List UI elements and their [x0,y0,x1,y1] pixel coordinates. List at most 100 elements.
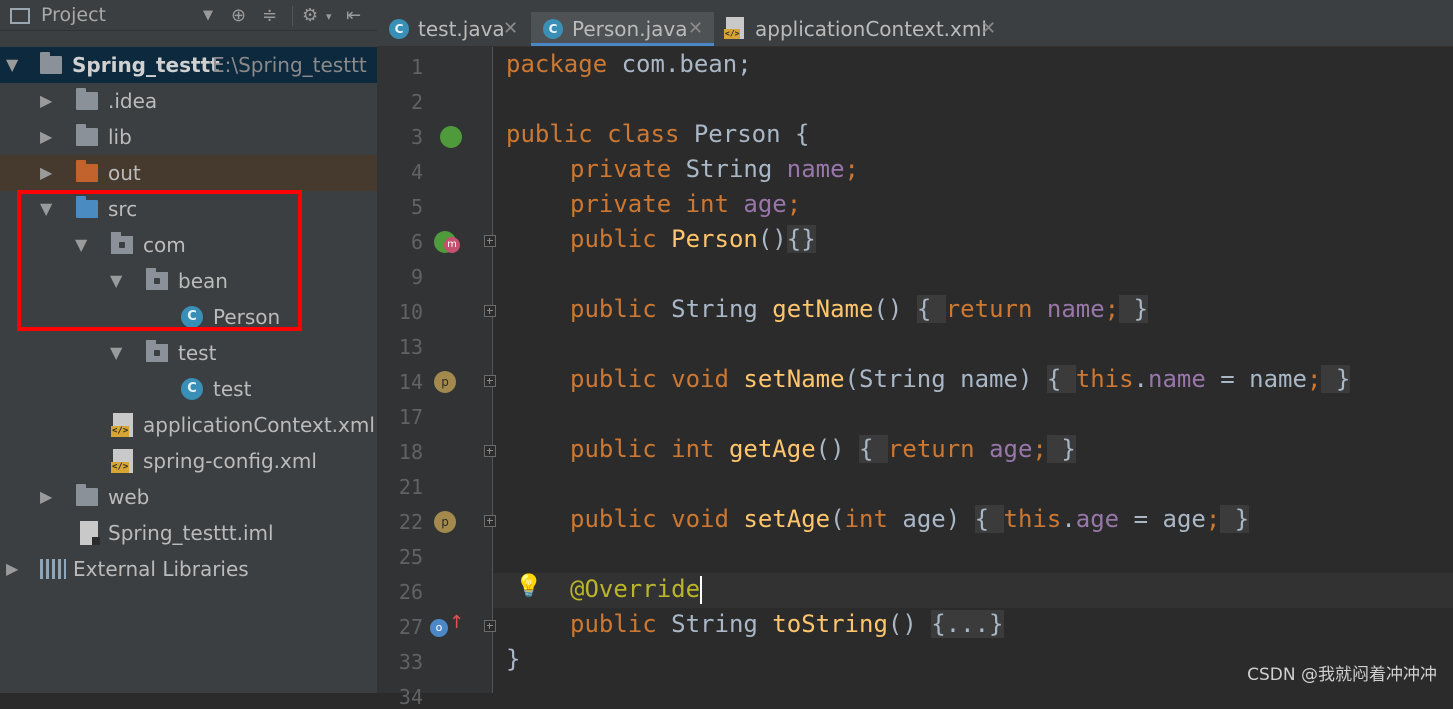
line-number: 14 [398,370,423,394]
close-icon[interactable]: ✕ [981,12,996,46]
folded-block[interactable]: } [1321,365,1351,393]
code-line[interactable]: public Person(){} [506,225,816,253]
editor-tabbar: C test.java ✕ C Person.java ✕ applicatio… [377,0,1453,47]
code-token: return [887,435,975,463]
tab-label: applicationContext.xml [755,17,987,41]
code-token: int [844,505,888,533]
code-line[interactable]: public void setName(String name) { this.… [506,365,1351,393]
arrow-up-icon[interactable]: ↑ [449,612,464,633]
code-token: ; [1032,435,1047,463]
code-token: name [1148,365,1206,393]
fold-marker-icon[interactable] [484,515,496,527]
tree-item-iml[interactable]: Spring_testtt.iml [0,515,377,551]
fold-marker-icon[interactable] [484,235,496,247]
highlight-box [17,190,302,331]
code-token: age [1075,505,1120,533]
code-token: public int [570,435,715,463]
code-line[interactable]: private String name; [506,155,859,183]
folded-block[interactable]: { [974,505,1004,533]
folded-block[interactable]: } [1046,435,1076,463]
code-token: String [656,295,773,323]
editor-gutter: 1 2 3 4 5 6 9 10 13 14 17 18 21 22 25 26… [377,47,496,709]
code-token: () [887,610,932,638]
code-line[interactable]: } [506,645,520,673]
folded-block[interactable]: } [1119,295,1149,323]
project-view-title[interactable]: Project [41,4,106,26]
code-token: this [1075,365,1134,393]
expand-arrow-icon[interactable]: ▶ [40,155,52,191]
tree-item-test-package[interactable]: ▼ test [0,335,377,371]
line-number: 22 [398,510,423,534]
code-token: return [945,295,1033,323]
line-number: 18 [398,440,423,464]
tree-item-test-class[interactable]: C test [0,371,377,407]
tab-person-java[interactable]: C Person.java ✕ [531,12,714,46]
property-injection-icon[interactable]: p [434,511,456,533]
code-line[interactable]: private int age; [506,190,801,218]
code-token: public void [570,365,729,393]
code-line[interactable]: public int getAge() { return age; } [506,435,1076,463]
code-token: () [873,295,917,323]
line-number: 21 [398,475,423,499]
code-token: name [786,155,845,183]
fold-marker-icon[interactable] [484,305,496,317]
spring-bean-icon[interactable] [440,126,462,148]
hide-panel-icon[interactable]: ⇤ [346,5,361,26]
folded-block[interactable]: { [1046,365,1076,393]
tree-item-idea[interactable]: ▶ .idea [0,83,377,119]
folded-block[interactable]: {} [786,225,816,253]
expand-arrow-icon[interactable]: ▶ [40,83,52,119]
folded-block[interactable]: } [1220,505,1250,533]
folded-block[interactable]: {...} [931,610,1004,638]
tab-application-context-xml[interactable]: applicationContext.xml ✕ [714,12,1004,46]
tree-item-external-libraries[interactable]: ▶ External Libraries [0,551,377,587]
close-icon[interactable]: ✕ [503,12,518,46]
fold-marker-icon[interactable] [484,445,496,457]
expand-arrow-icon[interactable]: ▼ [6,47,18,83]
code-line[interactable]: public class Person { [506,120,809,148]
expand-arrow-icon[interactable]: ▶ [40,119,52,155]
tab-test-java[interactable]: C test.java ✕ [377,12,527,46]
fold-marker-icon[interactable] [484,620,496,632]
line-number: 34 [398,685,423,709]
folded-block[interactable]: { [916,295,946,323]
code-line[interactable]: public String toString() {...} [506,610,1004,638]
tree-item-spring-config[interactable]: spring-config.xml [0,443,377,479]
expand-arrow-icon[interactable]: ▼ [110,335,122,371]
code-token: String [656,610,773,638]
tree-item-lib[interactable]: ▶ lib [0,119,377,155]
gear-icon[interactable]: ⚙ [302,5,318,26]
dropdown-arrow-icon[interactable]: ▼ [203,8,213,23]
tree-item-root[interactable]: ▼ Spring_testtt E:\Spring_testtt [0,47,377,83]
project-panel: Project ▼ ⊕ ≑ ⚙ ▾ ⇤ ▼ Spring_testtt E:\S… [0,0,377,693]
line-number: 25 [398,545,423,569]
tree-item-label: External Libraries [73,557,249,581]
code-line[interactable]: @Override [506,575,703,604]
code-line[interactable]: public String getName() { return name; } [506,295,1149,323]
code-token: = name [1205,365,1307,393]
fold-marker-icon[interactable] [484,375,496,387]
property-injection-icon[interactable]: p [434,371,456,393]
code-line[interactable]: package com.bean; [506,50,752,78]
collapse-all-icon[interactable]: ≑ [262,5,277,26]
tree-item-web[interactable]: ▶ web [0,479,377,515]
code-line[interactable]: public void setAge(int age) { this.age =… [506,505,1250,533]
folded-block[interactable]: { [859,435,888,463]
tree-item-out[interactable]: ▶ out [0,155,377,191]
code-token: public [570,225,657,253]
code-token: com.bean; [607,50,752,78]
locate-icon[interactable]: ⊕ [231,5,246,26]
expand-arrow-icon[interactable]: ▶ [6,551,18,587]
close-icon[interactable]: ✕ [688,12,703,46]
code-token: toString [772,610,888,638]
chevron-down-icon[interactable]: ▾ [326,10,332,23]
code-token: ; [1205,505,1221,533]
toolbar-divider [292,6,293,26]
expand-arrow-icon[interactable]: ▶ [40,479,52,515]
tree-item-label: test [178,341,217,365]
override-icon[interactable]: o [430,619,448,637]
code-token: public [570,610,657,638]
code-token: package [506,50,608,78]
tree-item-application-context[interactable]: applicationContext.xml [0,407,377,443]
line-number: 13 [398,335,423,359]
